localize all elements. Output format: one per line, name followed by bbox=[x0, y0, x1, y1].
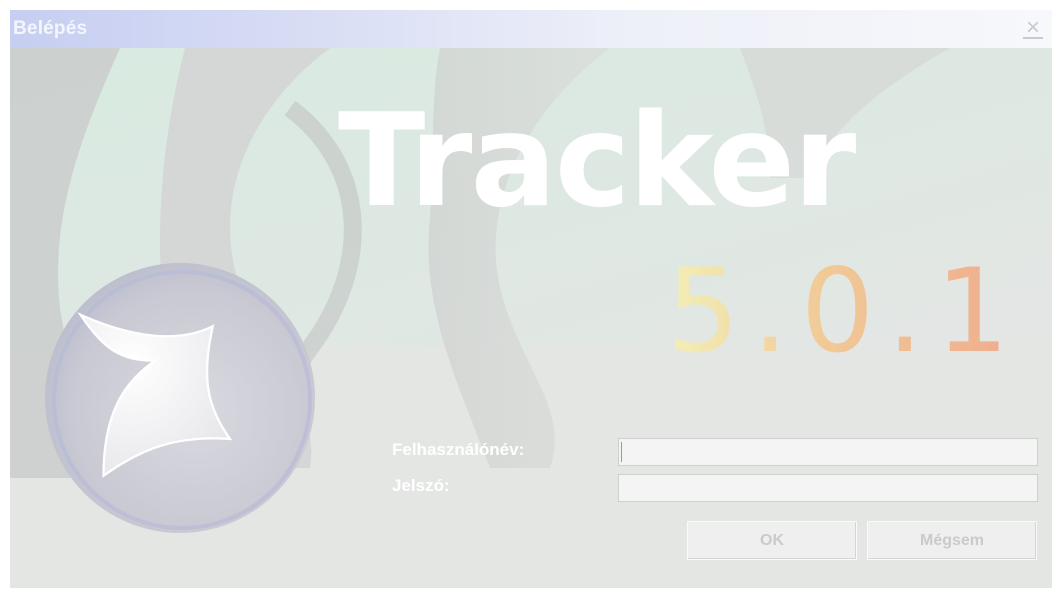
ok-button[interactable]: OK bbox=[687, 521, 857, 560]
username-field[interactable] bbox=[618, 438, 1038, 466]
product-name: Tracker bbox=[338, 87, 856, 236]
password-field[interactable] bbox=[618, 474, 1038, 502]
close-icon[interactable]: × bbox=[1020, 14, 1046, 42]
version-number: 5.0.1 bbox=[666, 244, 1022, 379]
text-caret bbox=[621, 442, 622, 462]
title-bar[interactable]: Belépés × bbox=[10, 10, 1052, 48]
username-label: Felhasználónév: bbox=[392, 440, 525, 459]
window-title: Belépés bbox=[13, 18, 88, 39]
cancel-button[interactable]: Mégsem bbox=[867, 521, 1037, 560]
password-label: Jelszó: bbox=[392, 476, 450, 495]
login-dialog: Belépés × Tracker 5.0.1 Felhasználónév: … bbox=[10, 10, 1052, 588]
star-swirl-logo-icon bbox=[45, 263, 315, 533]
splash-content: Tracker 5.0.1 Felhasználónév: Jelszó: OK… bbox=[10, 48, 1052, 588]
